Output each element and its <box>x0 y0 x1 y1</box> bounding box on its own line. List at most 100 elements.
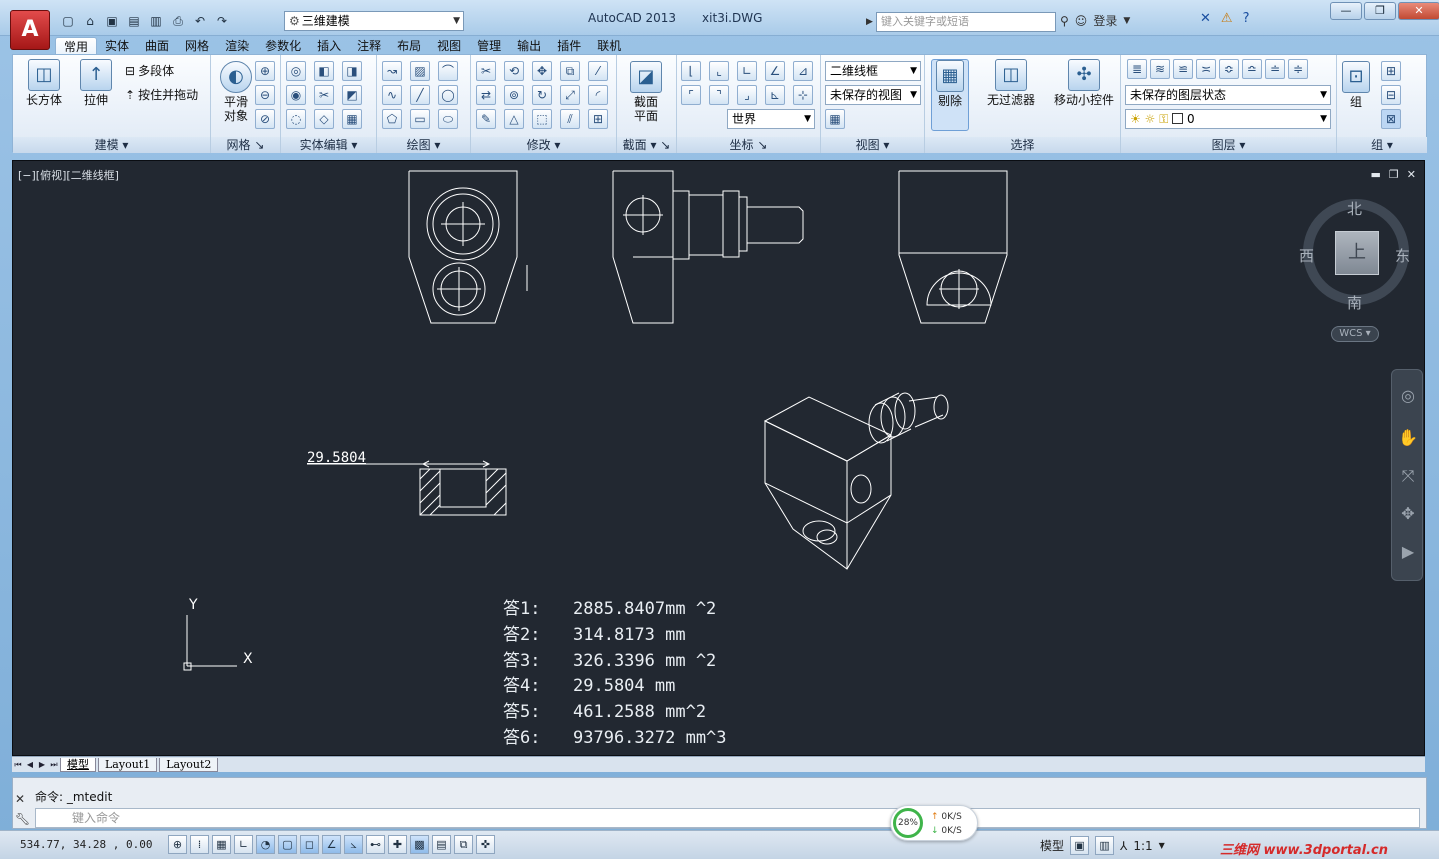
layer-match-icon[interactable]: ≋ <box>1150 59 1170 79</box>
osnap-icon[interactable]: ▢ <box>278 835 297 854</box>
move-icon[interactable]: ✥ <box>532 61 552 81</box>
tab-model[interactable]: 模型 <box>60 757 96 772</box>
minimize-button[interactable]: — <box>1330 2 1362 20</box>
compass-west[interactable]: 西 <box>1299 245 1314 266</box>
tab-render[interactable]: 渲染 <box>217 37 257 55</box>
drawing-viewport[interactable]: [−][俯视][二维线框] ▬ ❐ ✕ Y X 29.5804 答1: 2885… <box>12 160 1425 756</box>
infer-constraints-icon[interactable]: ⊕ <box>168 835 187 854</box>
extrude-button[interactable]: ↑ 拉伸 <box>73 59 119 107</box>
break-icon[interactable]: ⁄ <box>588 61 608 81</box>
tab-home[interactable]: 常用 <box>55 37 98 55</box>
shell-icon[interactable]: ▦ <box>342 109 362 129</box>
ducs-icon[interactable]: ⦣ <box>344 835 363 854</box>
open-file-icon[interactable]: ⌂ <box>80 12 100 30</box>
tab-parametric[interactable]: 参数化 <box>257 37 309 55</box>
command-input[interactable]: 键入命令 <box>35 808 1420 828</box>
layer-properties-icon[interactable]: ≣ <box>1127 59 1147 79</box>
tab-layout2[interactable]: Layout2 <box>159 757 219 772</box>
annotation-scale[interactable]: 1:1 <box>1133 839 1152 853</box>
trim-icon[interactable]: ✂ <box>476 61 496 81</box>
ucs-previous-icon[interactable]: ⌝ <box>709 85 729 105</box>
wcs-menu[interactable]: WCS ▾ <box>1331 326 1379 342</box>
model-space-button[interactable]: 模型 <box>1040 837 1064 854</box>
scale-icon[interactable]: ⤢ <box>560 85 580 105</box>
network-meter[interactable]: 28% ↑ 0K/S ↓ 0K/S <box>890 805 978 841</box>
annotation-monitor-icon[interactable]: ✜ <box>476 835 495 854</box>
polyline-icon[interactable]: ↝ <box>382 61 402 81</box>
union-icon[interactable]: ◎ <box>286 61 306 81</box>
zoom-icon[interactable]: ⤧ <box>1398 466 1418 486</box>
panel-title-view[interactable]: 视图 ▾ <box>821 137 924 153</box>
first-layout-icon[interactable]: ⏮ <box>12 759 24 771</box>
tab-manage[interactable]: 管理 <box>469 37 509 55</box>
quick-view-layouts-icon[interactable]: ▣ <box>1070 836 1090 855</box>
slice-icon[interactable]: ✂ <box>314 85 334 105</box>
group-button[interactable]: ⊡ 组 <box>1339 61 1373 109</box>
help-icon[interactable]: ? <box>1243 11 1250 26</box>
chevron-down-icon[interactable]: ▼ <box>1159 841 1165 850</box>
smooth-object-button[interactable]: ◐ 平滑 对象 <box>213 61 259 123</box>
answers-mtext[interactable]: 答1: 2885.8407mm ^2 答2: 314.8173 mm 答3: 326.… <box>503 597 727 752</box>
undo-icon[interactable]: ↶ <box>190 12 210 30</box>
tab-surface[interactable]: 曲面 <box>137 37 177 55</box>
3d-array-icon[interactable]: ⊚ <box>504 85 524 105</box>
layer-walk-icon[interactable]: ≐ <box>1265 59 1285 79</box>
layer-off-icon[interactable]: ≎ <box>1219 59 1239 79</box>
ungroup-icon[interactable]: ⊞ <box>1381 61 1401 81</box>
selection-cycling-icon[interactable]: ⧉ <box>454 835 473 854</box>
intersect-icon[interactable]: ◌ <box>286 109 306 129</box>
polar-icon[interactable]: ◔ <box>256 835 275 854</box>
group-edit-icon[interactable]: ⊟ <box>1381 85 1401 105</box>
ucs-icon[interactable]: ⌊ <box>681 61 701 81</box>
dimension-text[interactable]: 29.5804 <box>307 450 366 466</box>
compass-north[interactable]: 北 <box>1347 198 1362 219</box>
line-icon[interactable]: ╱ <box>410 85 430 105</box>
move-gizmo-button[interactable]: ✣ 移动小控件 <box>1051 59 1117 107</box>
hatch-icon[interactable]: ▨ <box>410 61 430 81</box>
new-file-icon[interactable]: ▢ <box>58 12 78 30</box>
mesh-smooth-more-icon[interactable]: ⊕ <box>255 61 275 81</box>
3d-align-icon[interactable]: △ <box>504 109 524 129</box>
last-layout-icon[interactable]: ⏭ <box>48 759 60 771</box>
binoculars-icon[interactable]: ⚲ <box>1060 14 1069 28</box>
panel-title-groups[interactable]: 组 ▾ <box>1337 137 1427 153</box>
box-button[interactable]: ◫ 长方体 <box>21 59 67 107</box>
save-as-icon[interactable]: ▤ <box>124 12 144 30</box>
snap-icon[interactable]: ⁞ <box>190 835 209 854</box>
coordinate-readout[interactable]: 534.77, 34.28 , 0.00 <box>20 838 152 851</box>
panel-title-solid-edit[interactable]: 实体编辑 ▾ <box>281 137 376 153</box>
compass-south[interactable]: 南 <box>1347 292 1362 313</box>
3d-mirror-icon[interactable]: ⇄ <box>476 85 496 105</box>
layer-state-dropdown[interactable]: 未保存的图层状态 ▼ <box>1125 85 1331 105</box>
section-plane-button[interactable]: ◪ 截面 平面 <box>623 61 669 123</box>
pan-icon[interactable]: ✋ <box>1398 428 1418 448</box>
copy-icon[interactable]: ⧉ <box>560 61 580 81</box>
ellipse-icon[interactable]: ⬭ <box>438 109 458 129</box>
tab-insert[interactable]: 插入 <box>309 37 349 55</box>
steering-wheel-icon[interactable]: ◎ <box>1398 386 1418 406</box>
panel-title-section[interactable]: 截面 ▾ ↘ <box>617 137 676 153</box>
erase-icon[interactable]: ✎ <box>476 109 496 129</box>
quick-properties-icon[interactable]: ▤ <box>432 835 451 854</box>
tab-layout[interactable]: 布局 <box>389 37 429 55</box>
rotate-icon[interactable]: ↻ <box>532 85 552 105</box>
offset-icon[interactable]: ⫽ <box>560 109 580 129</box>
saved-view-dropdown[interactable]: 未保存的视图 ▼ <box>825 85 921 105</box>
presspull-button[interactable]: ⇡ 按住并拖动 <box>125 85 198 105</box>
next-layout-icon[interactable]: ▶ <box>36 759 48 771</box>
layer-lock-icon[interactable]: ≏ <box>1242 59 1262 79</box>
thicken-icon[interactable]: ◇ <box>314 109 334 129</box>
rectangle-icon[interactable]: ▭ <box>410 109 430 129</box>
3d-osnap-icon[interactable]: ◻ <box>300 835 319 854</box>
print-icon[interactable]: ⎙ <box>168 12 188 30</box>
subscription-icon[interactable]: ⚠ <box>1221 11 1233 26</box>
extract-edges-icon[interactable]: ◧ <box>314 61 334 81</box>
orbit-icon[interactable]: ✥ <box>1398 504 1418 524</box>
otrack-icon[interactable]: ∠ <box>322 835 341 854</box>
tab-annotate[interactable]: 注释 <box>349 37 389 55</box>
circle-icon[interactable]: ◯ <box>438 85 458 105</box>
extrude-faces-icon[interactable]: ◨ <box>342 61 362 81</box>
culling-button[interactable]: ▦ 剔除 <box>931 59 969 131</box>
close-icon[interactable]: ✕ <box>15 792 25 806</box>
layer-dropdown[interactable]: ☀ ☼ ⚿ 0 ▼ <box>1125 109 1331 129</box>
